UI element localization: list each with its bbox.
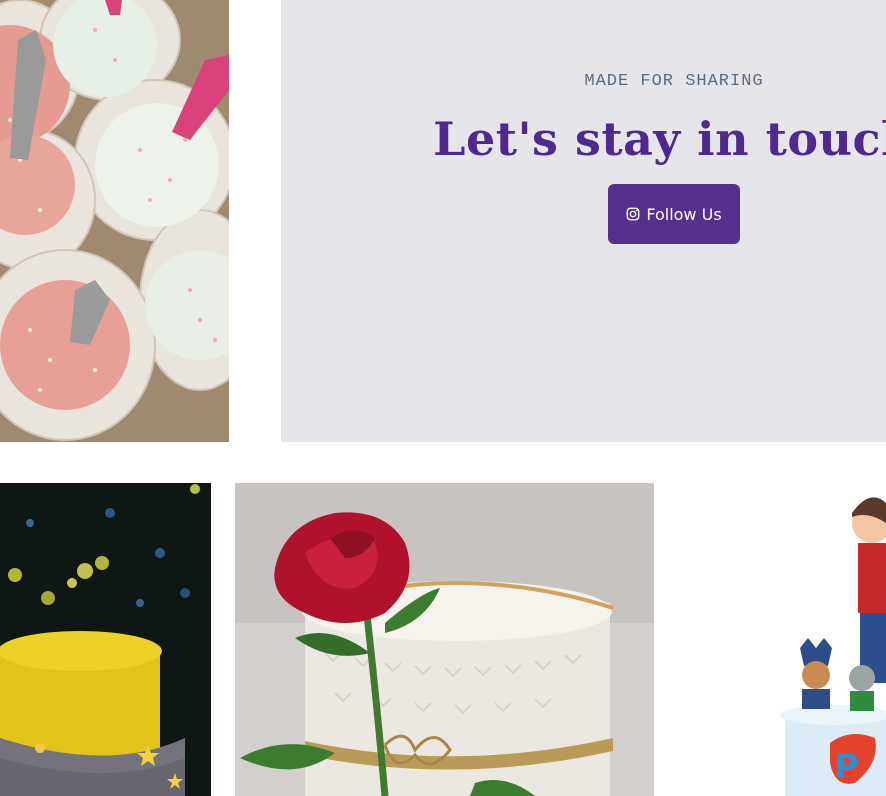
rose-cake-image [235, 483, 654, 796]
follow-us-label: Follow Us [646, 204, 722, 224]
paw-patrol-cake-image: P [760, 483, 886, 796]
yellow-cake-image [0, 483, 211, 796]
svg-text:P: P [834, 747, 859, 787]
instagram-icon [626, 207, 640, 221]
cake-pops-image [0, 0, 229, 442]
paw-patrol-cake-photo[interactable]: P [760, 483, 886, 796]
follow-us-button[interactable]: Follow Us [608, 184, 740, 244]
rose-cake-photo[interactable] [235, 483, 654, 796]
yellow-cake-photo[interactable] [0, 483, 211, 796]
cake-pops-photo[interactable] [0, 0, 229, 442]
promo-eyebrow: MADE FOR SHARING [584, 72, 764, 91]
promo-headline: Let's stay in touch [433, 112, 886, 166]
promo-panel: MADE FOR SHARING Let's stay in touch Fol… [281, 0, 886, 442]
